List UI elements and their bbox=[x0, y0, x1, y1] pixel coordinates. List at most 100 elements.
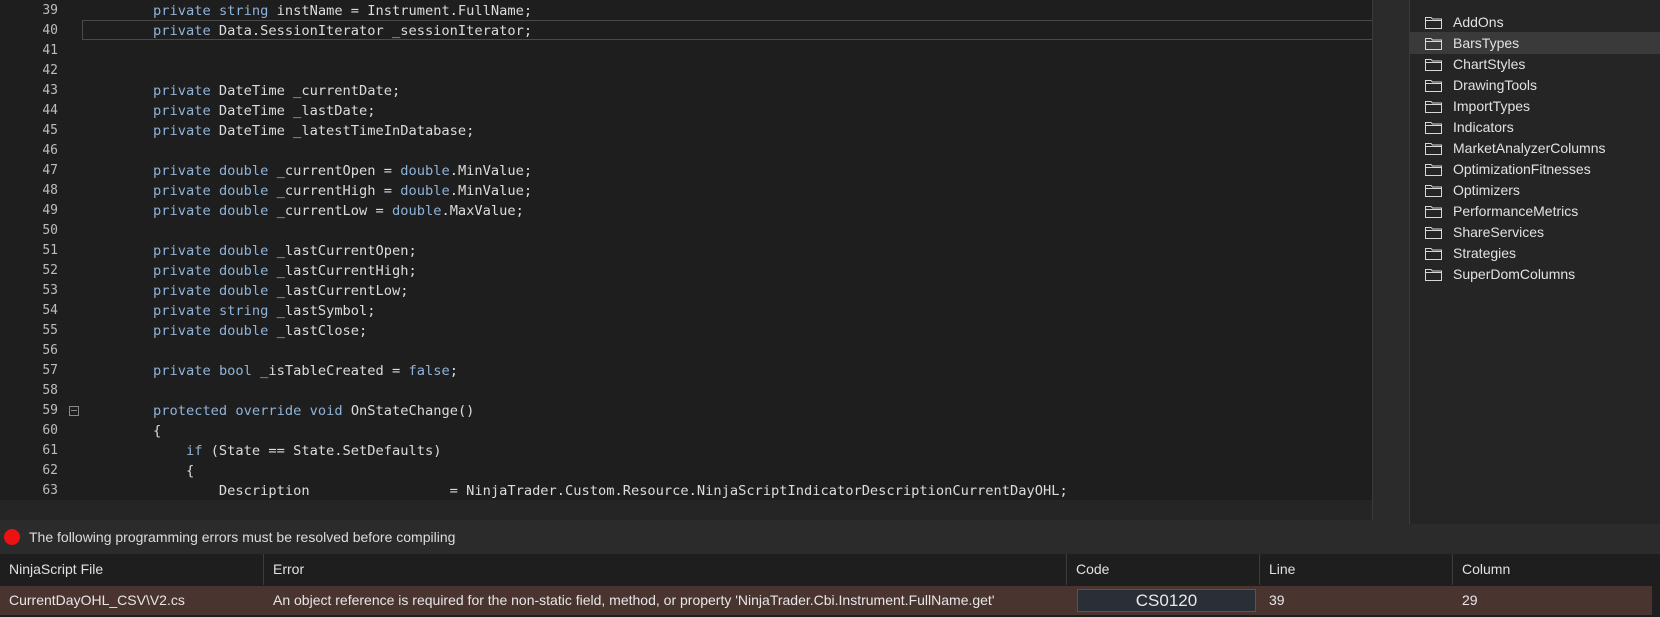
line-number: 54 bbox=[42, 303, 58, 318]
code-line[interactable]: private double _lastClose; bbox=[153, 321, 367, 341]
tree-item-label: Indicators bbox=[1453, 119, 1514, 135]
folder-icon bbox=[1425, 164, 1442, 176]
ninjascript-explorer-tree: AddOns BarsTypes ChartStyles DrawingTools Im… bbox=[1409, 0, 1660, 524]
code-line[interactable]: private string instName = Instrument.Ful… bbox=[153, 1, 532, 21]
code-line[interactable]: private double _lastCurrentLow; bbox=[153, 281, 408, 301]
code-line[interactable]: Description = NinjaTrader.Custom.Resourc… bbox=[153, 481, 1068, 501]
line-number: 57 bbox=[42, 363, 58, 378]
code-line[interactable]: private double _currentOpen = double.Min… bbox=[153, 161, 532, 181]
code-line[interactable]: protected override void OnStateChange() bbox=[153, 401, 474, 421]
tree-item-drawingtools[interactable]: DrawingTools bbox=[1410, 74, 1660, 96]
line-number: 49 bbox=[42, 203, 58, 218]
tree-item-label: DrawingTools bbox=[1453, 77, 1538, 93]
column-header-line[interactable]: Line bbox=[1260, 554, 1453, 585]
folder-icon bbox=[1425, 227, 1442, 239]
line-number: 56 bbox=[42, 343, 58, 358]
line-number: 60 bbox=[42, 423, 58, 438]
line-number-gutter: 39 40 41 42 43 44 45 46 47 48 49 50 51 52 53 54 55 56 57 58… bbox=[0, 0, 60, 500]
code-line[interactable]: private double _lastCurrentOpen; bbox=[153, 241, 417, 261]
line-number: 58 bbox=[42, 383, 58, 398]
line-number: 41 bbox=[42, 43, 58, 58]
tree-item-chartstyles[interactable]: ChartStyles bbox=[1410, 53, 1660, 75]
error-file-cell: CurrentDayOHL_CSV\V2.cs bbox=[9, 592, 185, 608]
line-number: 51 bbox=[42, 243, 58, 258]
code-line[interactable]: private double _lastCurrentHigh; bbox=[153, 261, 417, 281]
tree-item-importtypes[interactable]: ImportTypes bbox=[1410, 95, 1660, 117]
tree-item-shareservices[interactable]: ShareServices bbox=[1410, 221, 1660, 243]
editor-horizontal-scrollbar[interactable] bbox=[0, 500, 1372, 520]
code-line[interactable]: { bbox=[153, 461, 194, 481]
line-number: 48 bbox=[42, 183, 58, 198]
table-row[interactable]: CurrentDayOHL_CSV\V2.cs An object refere… bbox=[0, 586, 1652, 615]
error-code-cell[interactable]: CS0120 bbox=[1077, 589, 1256, 612]
tree-item-addons[interactable]: AddOns bbox=[1410, 11, 1660, 33]
tree-item-label: OptimizationFitnesses bbox=[1453, 161, 1591, 177]
folder-icon bbox=[1425, 248, 1442, 260]
line-number: 42 bbox=[42, 63, 58, 78]
folder-icon bbox=[1425, 122, 1442, 134]
line-number: 45 bbox=[42, 123, 58, 138]
tree-item-label: SuperDomColumns bbox=[1453, 266, 1576, 282]
line-number: 62 bbox=[42, 463, 58, 478]
code-line[interactable]: private DateTime _currentDate; bbox=[153, 81, 400, 101]
code-line[interactable]: private Data.SessionIterator _sessionIte… bbox=[153, 21, 532, 41]
folder-icon bbox=[1425, 101, 1442, 113]
folder-icon bbox=[1425, 80, 1442, 92]
column-header-column[interactable]: Column bbox=[1453, 554, 1660, 585]
folder-icon bbox=[1425, 59, 1442, 71]
error-list-table: NinjaScript File Error Code Line Column … bbox=[0, 554, 1660, 617]
tree-item-superdomcolumns[interactable]: SuperDomColumns bbox=[1410, 263, 1660, 285]
folder-icon bbox=[1425, 17, 1442, 29]
line-number: 46 bbox=[42, 143, 58, 158]
error-message: The following programming errors must be… bbox=[29, 529, 456, 545]
tree-item-label: AddOns bbox=[1453, 14, 1504, 30]
tree-item-label: PerformanceMetrics bbox=[1453, 203, 1579, 219]
line-number: 44 bbox=[42, 103, 58, 118]
tree-item-performancemetrics[interactable]: PerformanceMetrics bbox=[1410, 200, 1660, 222]
code-line[interactable]: private DateTime _latestTimeInDatabase; bbox=[153, 121, 474, 141]
code-line[interactable]: private double _currentLow = double.MaxV… bbox=[153, 201, 524, 221]
tree-item-label: Optimizers bbox=[1453, 182, 1520, 198]
line-number: 52 bbox=[42, 263, 58, 278]
line-number: 50 bbox=[42, 223, 58, 238]
column-header-code[interactable]: Code bbox=[1067, 554, 1260, 585]
tree-item-label: Strategies bbox=[1453, 245, 1517, 261]
column-header-file[interactable]: NinjaScript File bbox=[0, 554, 264, 585]
error-line-cell: 39 bbox=[1269, 592, 1285, 608]
tree-item-barstypes[interactable]: BarsTypes bbox=[1410, 32, 1660, 54]
line-number: 63 bbox=[42, 483, 58, 498]
tree-item-marketanalyzercolumns[interactable]: MarketAnalyzerColumns bbox=[1410, 137, 1660, 159]
folder-icon bbox=[1425, 185, 1442, 197]
line-number: 53 bbox=[42, 283, 58, 298]
tree-item-label: ShareServices bbox=[1453, 224, 1545, 240]
tree-item-indicators[interactable]: Indicators bbox=[1410, 116, 1660, 138]
line-number: 47 bbox=[42, 163, 58, 178]
folder-icon bbox=[1425, 38, 1442, 50]
tree-item-label: ImportTypes bbox=[1453, 98, 1531, 114]
tree-item-label: ChartStyles bbox=[1453, 56, 1526, 72]
code-line[interactable]: private double _currentHigh = double.Min… bbox=[153, 181, 532, 201]
line-number: 40 bbox=[42, 23, 58, 38]
tree-item-label: MarketAnalyzerColumns bbox=[1453, 140, 1606, 156]
collapse-toggle-icon[interactable] bbox=[69, 406, 79, 416]
tree-item-optimizationfitnesses[interactable]: OptimizationFitnesses bbox=[1410, 158, 1660, 180]
error-description-cell: An object reference is required for the … bbox=[273, 592, 995, 608]
code-line[interactable]: private string _lastSymbol; bbox=[153, 301, 376, 321]
column-header-error[interactable]: Error bbox=[264, 554, 1067, 585]
folder-icon bbox=[1425, 206, 1442, 218]
code-editor[interactable]: 39 40 41 42 43 44 45 46 47 48 49 50 51 52 53 54 55 56 57 58… bbox=[0, 0, 1373, 520]
code-line[interactable]: { bbox=[153, 421, 161, 441]
folder-icon bbox=[1425, 269, 1442, 281]
line-number: 43 bbox=[42, 83, 58, 98]
tree-item-optimizers[interactable]: Optimizers bbox=[1410, 179, 1660, 201]
folder-icon bbox=[1425, 143, 1442, 155]
line-number: 39 bbox=[42, 3, 58, 18]
error-column-cell: 29 bbox=[1462, 592, 1478, 608]
line-number: 55 bbox=[42, 323, 58, 338]
tree-item-strategies[interactable]: Strategies bbox=[1410, 242, 1660, 264]
tree-item-label: BarsTypes bbox=[1453, 35, 1520, 51]
code-line[interactable]: private DateTime _lastDate; bbox=[153, 101, 376, 121]
code-line[interactable]: if (State == State.SetDefaults) bbox=[153, 441, 441, 461]
error-status-bar: The following programming errors must be… bbox=[0, 524, 1660, 552]
code-line[interactable]: private bool _isTableCreated = false; bbox=[153, 361, 458, 381]
